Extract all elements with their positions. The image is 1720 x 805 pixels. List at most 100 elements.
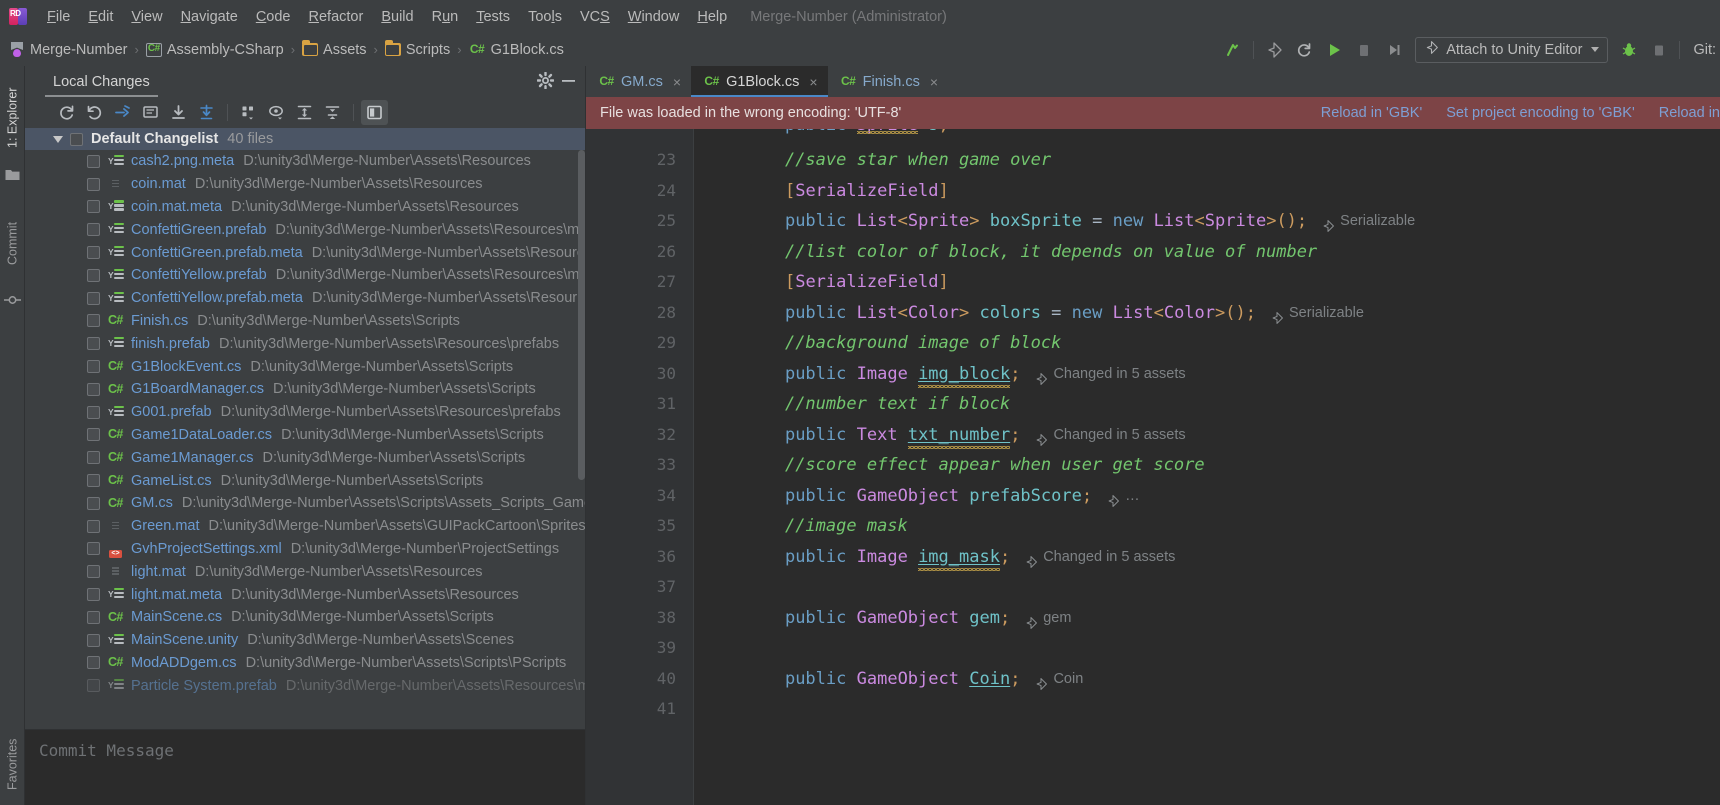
- file-row[interactable]: C# Game1Manager.cs D:\unity3d\Merge-Number…: [25, 446, 585, 469]
- code-lens-hint[interactable]: Serializable: [1270, 298, 1364, 329]
- file-row[interactable]: C# GM.cs D:\unity3d\Merge-Number\Assets\Sc…: [25, 492, 585, 515]
- debug-icon[interactable]: [1614, 36, 1644, 64]
- code-lens-hint[interactable]: …: [1106, 481, 1140, 512]
- file-row[interactable]: C# Game1DataLoader.cs D:\unity3d\Merge-Num…: [25, 424, 585, 447]
- gear-icon[interactable]: [536, 71, 555, 93]
- sidebar-item-commit[interactable]: Commit: [0, 206, 25, 281]
- file-row[interactable]: Y ConfettiGreen.prefab.meta D:\unity3d\Mer…: [25, 241, 585, 264]
- notification-action-2[interactable]: Set project encoding to 'GBK': [1446, 105, 1635, 121]
- file-checkbox[interactable]: [87, 588, 100, 602]
- file-checkbox[interactable]: [87, 291, 100, 305]
- file-row[interactable]: Ycash2.png.meta D:\unity3d\Merge-Number\A…: [25, 150, 585, 173]
- code-line[interactable]: [694, 694, 1720, 725]
- editor-tab-finish-cs[interactable]: C# Finish.cs ×: [828, 66, 948, 97]
- file-checkbox[interactable]: [87, 496, 100, 510]
- changes-file-list[interactable]: Default Changelist 40 files Ycash2.png.m…: [25, 128, 585, 729]
- code-line[interactable]: [694, 572, 1720, 603]
- file-row[interactable]: Y G001.prefab D:\unity3d\Merge-Number\Asse…: [25, 401, 585, 424]
- preview-icon[interactable]: [263, 100, 290, 125]
- minimize-icon[interactable]: [560, 72, 577, 93]
- chevron-down-icon[interactable]: [53, 135, 63, 143]
- code-content[interactable]: public Sprite s; //save star when game o…: [694, 129, 1720, 805]
- code-line[interactable]: public Image img_block; Changed in 5 asse…: [694, 359, 1720, 390]
- stop-session-icon[interactable]: [1644, 36, 1674, 64]
- file-checkbox[interactable]: [87, 519, 100, 533]
- git-widget-label[interactable]: Git:: [1693, 42, 1716, 58]
- file-checkbox[interactable]: [87, 474, 100, 488]
- file-checkbox[interactable]: [87, 428, 100, 442]
- get-from-vcs-icon[interactable]: [165, 100, 192, 125]
- notification-action-1[interactable]: Reload in 'GBK': [1321, 105, 1422, 121]
- menu-item-view[interactable]: View: [122, 5, 171, 29]
- code-lens-hint[interactable]: Changed in 5 assets: [1034, 359, 1186, 390]
- unity-refresh-icon[interactable]: [1259, 36, 1289, 64]
- step-over-icon[interactable]: [1379, 36, 1409, 64]
- file-checkbox[interactable]: [87, 154, 100, 168]
- code-line[interactable]: //number text if block: [694, 389, 1720, 420]
- code-line[interactable]: //score effect appear when user get scor…: [694, 450, 1720, 481]
- code-line[interactable]: //save star when game over: [694, 145, 1720, 176]
- tab-local-changes[interactable]: Local Changes: [45, 74, 158, 97]
- file-checkbox[interactable]: [87, 633, 100, 647]
- menu-item-navigate[interactable]: Navigate: [172, 5, 247, 29]
- run-configuration-selector[interactable]: Attach to Unity Editor: [1415, 36, 1609, 63]
- file-checkbox[interactable]: [87, 542, 100, 556]
- menu-item-help[interactable]: Help: [688, 5, 736, 29]
- file-row[interactable]: coin.mat D:\unity3d\Merge-Number\Assets\R…: [25, 173, 585, 196]
- file-checkbox[interactable]: [87, 679, 100, 693]
- file-checkbox[interactable]: [87, 200, 100, 214]
- run-icon[interactable]: [1319, 36, 1349, 64]
- code-line[interactable]: public GameObject prefabScore;…: [694, 481, 1720, 512]
- file-row[interactable]: C# G1BoardManager.cs D:\unity3d\Merge-Numb…: [25, 378, 585, 401]
- file-row[interactable]: Y ConfettiYellow.prefab.meta D:\unity3d\Me…: [25, 287, 585, 310]
- rollback-icon[interactable]: [81, 100, 108, 125]
- file-checkbox[interactable]: [87, 246, 100, 260]
- expand-all-icon[interactable]: [291, 100, 318, 125]
- code-line[interactable]: //list color of block, it depends on val…: [694, 237, 1720, 268]
- file-row[interactable]: C# MainScene.cs D:\unity3d\Merge-Number\As…: [25, 606, 585, 629]
- menu-item-file[interactable]: File: [38, 5, 79, 29]
- file-row[interactable]: Green.mat D:\unity3d\Merge-Number\Assets\…: [25, 515, 585, 538]
- code-lens-hint[interactable]: gem: [1024, 603, 1071, 634]
- refresh-icon[interactable]: [1289, 36, 1319, 64]
- file-row[interactable]: Ycoin.mat.meta D:\unity3d\Merge-Number\As…: [25, 196, 585, 219]
- file-checkbox[interactable]: [87, 268, 100, 282]
- group-by-icon[interactable]: [235, 100, 262, 125]
- file-row[interactable]: Y ConfettiGreen.prefab D:\unity3d\Merge-Nu…: [25, 218, 585, 241]
- file-checkbox[interactable]: [87, 656, 100, 670]
- breadcrumb-item-assembly-csharp[interactable]: C# Assembly-CSharp: [145, 42, 284, 58]
- menu-item-edit[interactable]: Edit: [79, 5, 122, 29]
- breadcrumb-item-merge-number[interactable]: Merge-Number: [10, 42, 128, 58]
- code-line[interactable]: public List < Sprite > boxSprite = new List…: [694, 206, 1720, 237]
- code-lens-hint[interactable]: Changed in 5 assets: [1034, 420, 1186, 451]
- file-row[interactable]: Ylight.mat.meta D:\unity3d\Merge-Number\A…: [25, 583, 585, 606]
- file-row[interactable]: C# G1BlockEvent.cs D:\unity3d\Merge-Number…: [25, 355, 585, 378]
- close-icon[interactable]: ×: [673, 75, 681, 89]
- code-lens-hint[interactable]: Serializable: [1321, 206, 1415, 237]
- menu-item-tests[interactable]: Tests: [467, 5, 519, 29]
- refresh-changes-icon[interactable]: [53, 100, 80, 125]
- file-checkbox[interactable]: [87, 223, 100, 237]
- menu-item-build[interactable]: Build: [372, 5, 422, 29]
- file-checkbox[interactable]: [87, 451, 100, 465]
- file-checkbox[interactable]: [87, 314, 100, 328]
- file-checkbox[interactable]: [87, 405, 100, 419]
- menu-item-refactor[interactable]: Refactor: [300, 5, 373, 29]
- menu-item-vcs[interactable]: VCS: [571, 5, 619, 29]
- shelve-silently-icon[interactable]: [193, 100, 220, 125]
- code-editor[interactable]: 23 24 25 26 27 28 29 30 31 32 33 34 35 36 37 38 39 40 41 p…: [586, 129, 1720, 805]
- breadcrumb-item-scripts[interactable]: Scripts: [384, 40, 450, 58]
- file-row[interactable]: Y ConfettiYellow.prefab D:\unity3d\Merge-N…: [25, 264, 585, 287]
- preview-diff-icon[interactable]: [361, 100, 388, 125]
- changelist-checkbox[interactable]: [70, 132, 83, 146]
- editor-tab-g1block-cs[interactable]: C# G1Block.cs ×: [691, 66, 828, 97]
- menu-item-run[interactable]: Run: [423, 5, 468, 29]
- file-row[interactable]: C# Finish.cs D:\unity3d\Merge-Number\Asset…: [25, 310, 585, 333]
- commit-message-icon[interactable]: [137, 100, 164, 125]
- shelve-icon[interactable]: [109, 100, 136, 125]
- code-lens-hint[interactable]: Changed in 5 assets: [1024, 542, 1175, 573]
- commit-message-input[interactable]: Commit Message: [25, 729, 585, 805]
- file-checkbox[interactable]: [87, 360, 100, 374]
- file-checkbox[interactable]: [87, 177, 100, 191]
- file-row[interactable]: C# GameList.cs D:\unity3d\Merge-Number\Ass…: [25, 469, 585, 492]
